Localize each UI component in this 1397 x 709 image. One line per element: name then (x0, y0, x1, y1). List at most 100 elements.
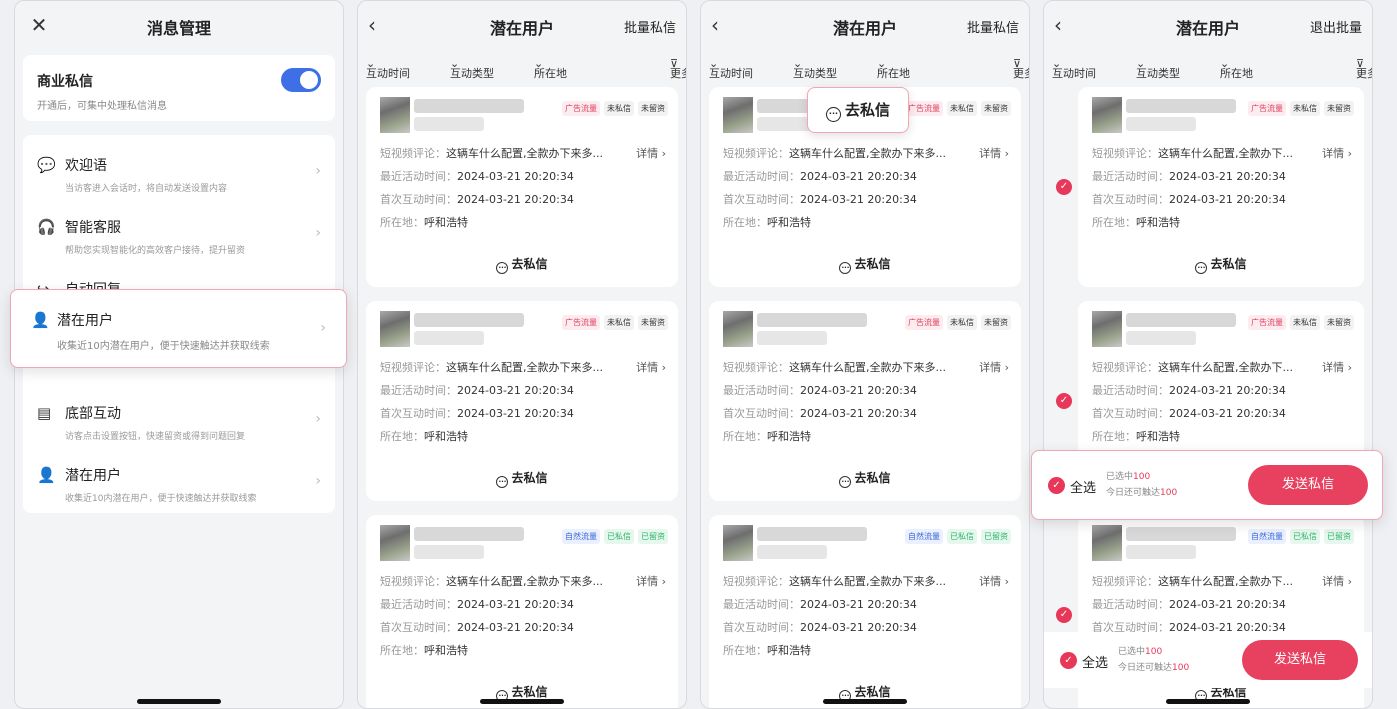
card-details: 短视频评论：这辆车什么配置,全款办下... 详情 › 最近活动时间：2024-03… (1092, 145, 1352, 237)
recent-activity-row: 最近活动时间：2024-03-21 20:20:34 (723, 170, 917, 183)
detail-link[interactable]: 详情 › (1322, 359, 1352, 375)
message-status-tag: 已私信 (1290, 529, 1320, 544)
select-all-checkbox[interactable]: ✓ (1048, 477, 1065, 494)
select-all-label[interactable]: 全选 (1070, 477, 1096, 496)
filter-more[interactable]: 更多筛选 ⊽ (670, 57, 686, 80)
filter-bar: 互动时间 ⌄ 互动类型 ⌄ 所在地 ⌄ 更多筛选 ⊽ (701, 49, 1029, 80)
detail-link[interactable]: 详情 › (636, 145, 666, 161)
chevron-right-icon: › (315, 225, 321, 241)
card-select-checkbox[interactable]: ✓ (1056, 179, 1072, 195)
tag-group: 广告流量 未私信 未留资 (562, 101, 668, 116)
chat-dots-icon: ··· (496, 476, 509, 488)
filter-interaction-time[interactable]: 互动时间 ⌄ (366, 57, 410, 80)
batch-message-button[interactable]: 批量私信 (967, 17, 1019, 36)
menu-item-welcome[interactable]: 💬 欢迎语 当访客进入会话时，将自动发送设置内容 › (23, 141, 335, 203)
menu-item-potential-users[interactable]: 👤 潜在用户 收集近10内潜在用户，便于快速触达并获取线索 › (23, 451, 335, 513)
location-row: 所在地：呼和浩特 (1092, 216, 1180, 229)
user-card[interactable]: 广告流量 未私信 未留资 短视频评论：这辆车什么配置,全款办下... 详情 › 最… (1078, 87, 1364, 287)
user-id-blurred (757, 545, 827, 559)
user-id-blurred (414, 545, 484, 559)
batch-message-button[interactable]: 批量私信 (624, 17, 676, 36)
filter-interaction-time[interactable]: 互动时间 ⌄ (709, 57, 753, 80)
first-interaction-row: 首次互动时间：2024-03-21 20:20:34 (723, 193, 917, 206)
message-status-tag: 未私信 (947, 101, 977, 116)
filter-interaction-type[interactable]: 互动类型 ⌄ (793, 57, 837, 80)
comment-row: 短视频评论：这辆车什么配置,全款办下来多... 详情 › (380, 145, 666, 161)
user-id-blurred (1126, 117, 1196, 131)
user-id-blurred (1126, 331, 1196, 345)
message-status-tag: 已私信 (947, 529, 977, 544)
send-message-button[interactable]: 发送私信 (1242, 640, 1358, 680)
card-details: 短视频评论：这辆车什么配置,全款办下来多... 详情 › 最近活动时间：2024-… (723, 145, 1009, 237)
chevron-right-icon: › (320, 320, 326, 336)
go-message-highlight-button[interactable]: ··· 去私信 (807, 87, 909, 133)
detail-link[interactable]: 详情 › (636, 573, 666, 589)
user-card[interactable]: 广告流量 未私信 未留资 短视频评论：这辆车什么配置,全款办下来多... 详情 ›… (366, 301, 678, 501)
detail-link[interactable]: 详情 › (979, 573, 1009, 589)
go-message-button[interactable]: ···去私信 (709, 469, 1021, 488)
menu-item-desc: 当访客进入会话时，将自动发送设置内容 (65, 184, 228, 194)
location-row: 所在地：呼和浩特 (380, 216, 468, 229)
detail-link[interactable]: 详情 › (1322, 573, 1352, 589)
select-all-label[interactable]: 全选 (1082, 652, 1108, 671)
filter-location[interactable]: 所在地 ⌄ (534, 57, 567, 80)
send-message-button[interactable]: 发送私信 (1248, 465, 1368, 505)
select-all-checkbox[interactable]: ✓ (1060, 652, 1077, 669)
business-message-toggle[interactable] (281, 68, 321, 92)
comment-row: 短视频评论：这辆车什么配置,全款办下来多... 详情 › (723, 573, 1009, 589)
avatar (380, 311, 410, 347)
menu-item-bottom-interact[interactable]: ▤ 底部互动 访客点击设置按钮，快速留资或得到问题回复 › (23, 389, 335, 451)
card-details: 短视频评论：这辆车什么配置,全款办下来多... 详情 › 最近活动时间：2024-… (380, 573, 666, 665)
go-message-button[interactable]: ···去私信 (366, 469, 678, 488)
chevron-right-icon: › (315, 473, 321, 489)
filter-more[interactable]: 更多筛选 ⊽ (1356, 57, 1372, 80)
user-card[interactable]: 自然流量 已私信 已留资 短视频评论：这辆车什么配置,全款办下来多... 详情 ›… (366, 515, 678, 708)
exit-batch-button[interactable]: 退出批量 (1310, 17, 1362, 36)
lead-status-tag: 已留资 (981, 529, 1011, 544)
go-message-button[interactable]: ···去私信 (1078, 255, 1364, 274)
go-message-button[interactable]: ···去私信 (709, 255, 1021, 274)
filter-more[interactable]: 更多筛选 ⊽ (1013, 57, 1029, 80)
potential-users-batch-screen: ‹ 潜在用户 退出批量 互动时间 ⌄ 互动类型 ⌄ 所在地 ⌄ 更多筛选 ⊽ 广… (1043, 0, 1373, 709)
user-card[interactable]: 广告流量 未私信 未留资 短视频评论：这辆车什么配置,全款办下来多... 详情 ›… (366, 87, 678, 287)
detail-link[interactable]: 详情 › (979, 145, 1009, 161)
highlight-desc: 收集近10内潜在用户，便于快速触达并获取线索 (57, 341, 270, 352)
user-name-blurred (1126, 99, 1236, 113)
menu-item-smart-service[interactable]: 🎧 智能客服 帮助您实现智能化的高效客户接待，提升留资 › (23, 203, 335, 265)
traffic-tag: 自然流量 (1248, 529, 1286, 544)
chat-dots-icon: ··· (839, 476, 852, 488)
avatar (1092, 311, 1122, 347)
go-message-button[interactable]: ···去私信 (366, 255, 678, 274)
card-select-checkbox[interactable]: ✓ (1056, 607, 1072, 623)
menu-item-desc: 收集近10内潜在用户，便于快速触达并获取线索 (65, 494, 257, 504)
comment-row: 短视频评论：这辆车什么配置,全款办下... 详情 › (1092, 145, 1352, 161)
traffic-tag: 自然流量 (562, 529, 600, 544)
filter-location[interactable]: 所在地 ⌄ (1220, 57, 1253, 80)
user-card[interactable]: 自然流量 已私信 已留资 短视频评论：这辆车什么配置,全款办下来多... 详情 ›… (709, 515, 1021, 708)
card-select-checkbox[interactable]: ✓ (1056, 393, 1072, 409)
traffic-tag: 广告流量 (905, 315, 943, 330)
business-message-card: 商业私信 开通后，可集中处理私信消息 (23, 55, 335, 121)
tag-group: 广告流量 未私信 未留资 (1248, 101, 1354, 116)
detail-link[interactable]: 详情 › (979, 359, 1009, 375)
detail-link[interactable]: 详情 › (636, 359, 666, 375)
chat-dots-icon: ··· (839, 262, 852, 274)
comment-row: 短视频评论：这辆车什么配置,全款办下来多... 详情 › (380, 573, 666, 589)
user-id-blurred (414, 117, 484, 131)
avatar (723, 311, 753, 347)
menu-item-title: 底部互动 (65, 406, 121, 422)
recent-activity-row: 最近活动时间：2024-03-21 20:20:34 (380, 384, 574, 397)
filter-interaction-type[interactable]: 互动类型 ⌄ (1136, 57, 1180, 80)
user-card[interactable]: 广告流量 未私信 未留资 短视频评论：这辆车什么配置,全款办下来多... 详情 ›… (709, 301, 1021, 501)
menu-item-desc: 帮助您实现智能化的高效客户接待，提升留资 (65, 246, 246, 256)
filter-interaction-type[interactable]: 互动类型 ⌄ (450, 57, 494, 80)
highlight-potential-users[interactable]: 👤 潜在用户 收集近10内潜在用户，便于快速触达并获取线索 › (10, 289, 347, 368)
potential-users-screen: ‹ 潜在用户 批量私信 互动时间 ⌄ 互动类型 ⌄ 所在地 ⌄ 更多筛选 ⊽ 广… (357, 0, 687, 709)
home-indicator (137, 699, 221, 704)
traffic-tag: 广告流量 (905, 101, 943, 116)
filter-interaction-time[interactable]: 互动时间 ⌄ (1052, 57, 1096, 80)
detail-link[interactable]: 详情 › (1322, 145, 1352, 161)
selection-info: 已选中100 今日还可触达100 (1118, 647, 1190, 673)
filter-location[interactable]: 所在地 ⌄ (877, 57, 910, 80)
page-title: 消息管理 (146, 19, 211, 38)
